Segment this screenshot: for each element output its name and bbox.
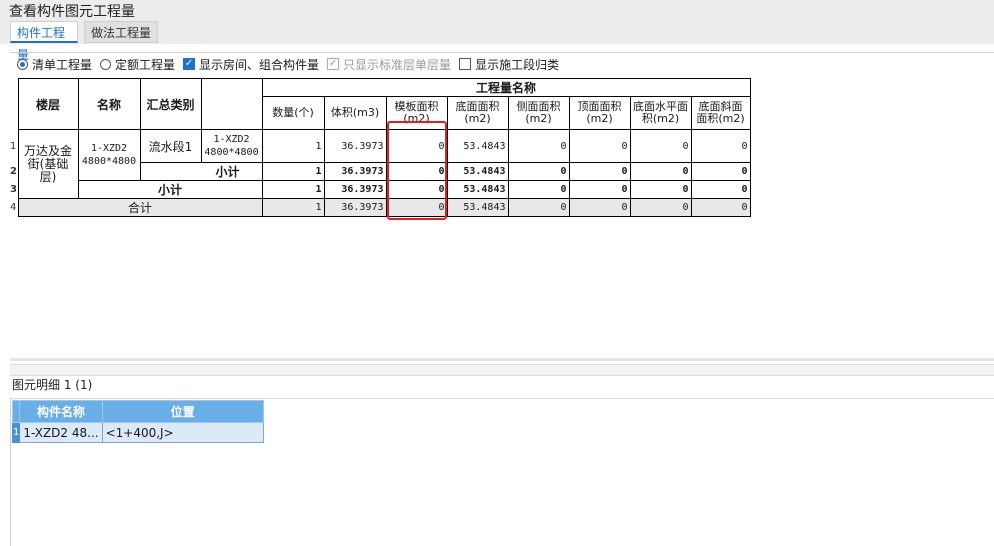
cell-position[interactable]: <1+400,J> xyxy=(101,422,264,443)
options-bar: 清单工程量 定额工程量 ✓ 显示房间、组合构件量 ✓ 只显示标准层单层量 显示施… xyxy=(17,54,567,74)
radio-selected-icon[interactable] xyxy=(17,58,28,70)
table-row[interactable]: 3 小计 1 36.3973 0 53.4843 0 0 0 0 xyxy=(10,180,751,199)
cell-bottom-horizontal[interactable]: 0 xyxy=(629,129,692,163)
col-count: 数量(个) xyxy=(261,96,325,130)
tab-strip: 构件工程量 做法工程量 xyxy=(0,20,994,62)
radio-quota-label: 定额工程量 xyxy=(115,57,176,72)
horizontal-scrollbar[interactable] xyxy=(10,358,994,361)
checkbox-show-rooms[interactable]: ✓ 显示房间、组合构件量 xyxy=(183,56,319,73)
radio-empty-icon[interactable] xyxy=(100,58,112,70)
table-row[interactable]: 1 1-XZD2 48... <1+400,J> xyxy=(11,422,264,443)
col-top-area: 顶面面积(m2) xyxy=(568,96,631,130)
col-summary: 汇总类别 xyxy=(139,78,202,130)
detail-corner xyxy=(11,400,21,423)
cell-side-area[interactable]: 0 xyxy=(507,129,570,163)
cell-bottom-slope[interactable]: 0 xyxy=(690,198,751,217)
cell-subtotal-label: 小计 xyxy=(77,180,263,199)
cell-subtotal-label: 小计 xyxy=(139,162,263,181)
checkmark-disabled-icon: ✓ xyxy=(327,58,340,70)
cell-top-area[interactable]: 0 xyxy=(568,162,631,181)
cell-top-area[interactable]: 0 xyxy=(568,129,631,163)
row-header-corner xyxy=(10,78,18,130)
detail-divider xyxy=(10,398,994,399)
col-position[interactable]: 位置 xyxy=(101,400,264,423)
title-bar: 查看构件图元工程量 xyxy=(0,0,994,20)
quantity-grid: 楼层 名称 汇总类别 工程量名称 数量(个) 体积(m3) 模板面积(m2) 底… xyxy=(10,78,751,217)
radio-bill-label: 清单工程量 xyxy=(32,57,93,72)
col-extra xyxy=(200,78,263,130)
cell-component-name[interactable]: 1-XZD2 48... xyxy=(19,422,103,443)
detail-title: 图元明细 1 (1) xyxy=(12,378,93,392)
row-number: 1 xyxy=(11,422,21,443)
checkbox-rooms-label: 显示房间、组合构件量 xyxy=(199,57,320,72)
cell-bottom-area[interactable]: 53.4843 xyxy=(446,129,509,163)
cell-name[interactable]: 1-XZD2 4800*4800 xyxy=(77,129,141,181)
col-name: 名称 xyxy=(77,78,141,130)
panel-divider xyxy=(10,52,994,53)
checkbox-standard-label: 只显示标准层单层量 xyxy=(343,57,452,72)
cell-side-area[interactable]: 0 xyxy=(507,198,570,217)
cell-top-area[interactable]: 0 xyxy=(568,198,631,217)
checkmark-icon[interactable]: ✓ xyxy=(183,58,196,70)
col-component-name[interactable]: 构件名称 xyxy=(19,400,103,423)
row-number: 2 xyxy=(10,166,17,177)
cell-extra[interactable]: 1-XZD2 4800*4800 xyxy=(200,129,263,163)
checkbox-segment-label: 显示施工段归类 xyxy=(475,57,560,72)
col-bottom-slope: 底面斜面面积(m2) xyxy=(690,96,751,130)
cell-floor[interactable]: 万达及金街(基础层) xyxy=(17,129,79,199)
row-number: 3 xyxy=(10,184,17,195)
col-side-area: 侧面面积(m2) xyxy=(507,96,570,130)
cell-volume[interactable]: 36.3973 xyxy=(323,198,387,217)
cell-count[interactable]: 1 xyxy=(261,162,325,181)
cell-side-area[interactable]: 0 xyxy=(507,162,570,181)
cell-count[interactable]: 1 xyxy=(261,180,325,199)
cell-bottom-slope[interactable]: 0 xyxy=(690,129,751,163)
cell-count[interactable]: 1 xyxy=(261,129,325,163)
col-bottom-horizontal: 底面水平面积(m2) xyxy=(629,96,692,130)
cell-summary[interactable]: 流水段1 xyxy=(139,129,202,163)
col-volume: 体积(m3) xyxy=(323,96,387,130)
cell-bottom-slope[interactable]: 0 xyxy=(690,180,751,199)
cell-bottom-slope[interactable]: 0 xyxy=(690,162,751,181)
window-title: 查看构件图元工程量 xyxy=(9,4,135,20)
splitter-bar[interactable] xyxy=(10,364,994,376)
cell-volume[interactable]: 36.3973 xyxy=(323,162,387,181)
tab-method-quantity[interactable]: 做法工程量 xyxy=(84,21,158,43)
tab-component-quantity[interactable]: 构件工程量 xyxy=(10,21,78,62)
col-bottom-area: 底面面积(m2) xyxy=(446,96,509,130)
cell-count[interactable]: 1 xyxy=(261,198,325,217)
table-row[interactable]: 4 合计 1 36.3973 0 53.4843 0 0 0 0 xyxy=(10,198,751,217)
checkbox-empty-icon[interactable] xyxy=(459,58,472,70)
cell-bottom-horizontal[interactable]: 0 xyxy=(629,180,692,199)
cell-bottom-area[interactable]: 53.4843 xyxy=(446,162,509,181)
col-floor: 楼层 xyxy=(17,78,79,130)
formwork-highlight-annotation xyxy=(387,121,447,220)
col-quantity-group: 工程量名称 xyxy=(261,78,751,97)
cell-top-area[interactable]: 0 xyxy=(568,180,631,199)
cell-volume[interactable]: 36.3973 xyxy=(323,180,387,199)
checkbox-show-segment[interactable]: 显示施工段归类 xyxy=(459,56,559,73)
cell-bottom-area[interactable]: 53.4843 xyxy=(446,198,509,217)
checkbox-standard-floor: ✓ 只显示标准层单层量 xyxy=(327,56,451,73)
cell-side-area[interactable]: 0 xyxy=(507,180,570,199)
detail-grid: 构件名称 位置 1 1-XZD2 48... <1+400,J> xyxy=(11,400,264,443)
cell-bottom-horizontal[interactable]: 0 xyxy=(629,198,692,217)
cell-bottom-area[interactable]: 53.4843 xyxy=(446,180,509,199)
radio-quota-quantity[interactable]: 定额工程量 xyxy=(100,56,175,73)
row-number: 1 xyxy=(10,140,17,152)
cell-bottom-horizontal[interactable]: 0 xyxy=(629,162,692,181)
radio-bill-quantity[interactable]: 清单工程量 xyxy=(17,56,92,73)
detail-left-border xyxy=(10,398,11,546)
table-row[interactable]: 1 万达及金街(基础层) 1-XZD2 4800*4800 流水段1 1-XZD… xyxy=(10,129,751,199)
cell-volume[interactable]: 36.3973 xyxy=(323,129,387,163)
cell-total-label: 合计 xyxy=(17,198,263,217)
row-number: 4 xyxy=(10,202,17,213)
